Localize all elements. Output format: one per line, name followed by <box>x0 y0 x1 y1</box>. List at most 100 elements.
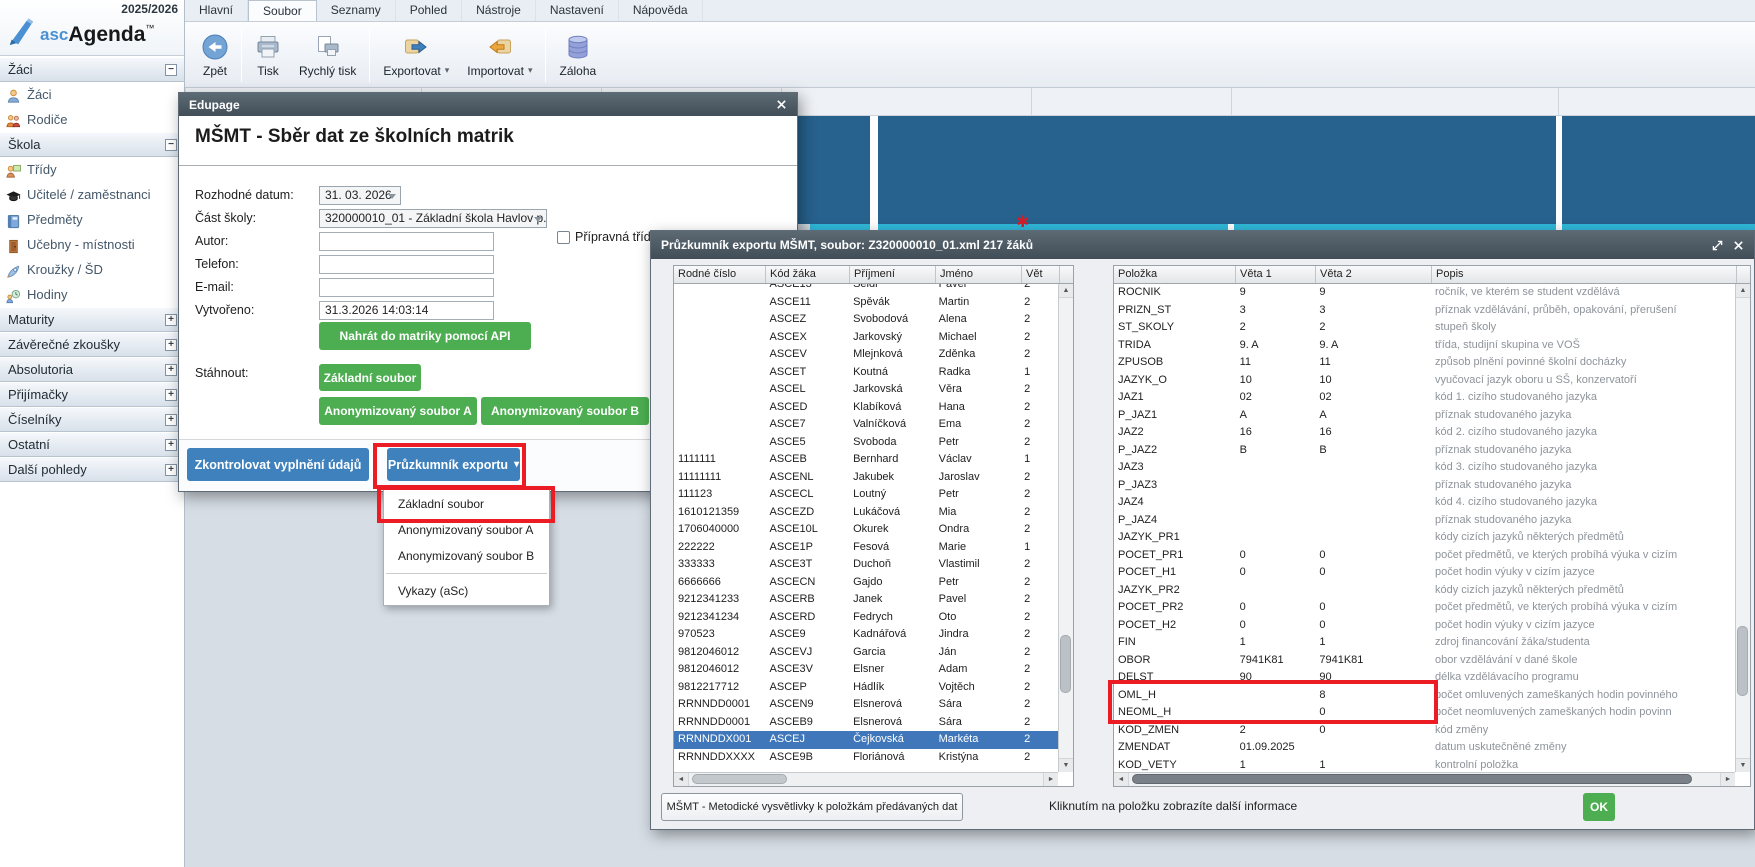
column-header[interactable]: Položka <box>1114 266 1236 283</box>
toolbar-button[interactable]: Zpět <box>193 25 237 85</box>
table-row[interactable]: JAZYK_PR2kódy cizích jazyků některých př… <box>1114 582 1735 600</box>
sidebar-section-header[interactable]: Absolutoria+ <box>0 357 184 382</box>
table-row[interactable]: 970523ASCE9KadnářováJindra2 <box>674 626 1058 644</box>
column-header[interactable]: Kód žáka <box>766 266 850 283</box>
scroll-down-icon[interactable]: ▼ <box>1059 758 1073 772</box>
input-field[interactable] <box>319 278 494 297</box>
table-row[interactable]: POCET_PR100počet předmětů, ve kterých pr… <box>1114 547 1735 565</box>
table-row[interactable]: 9812046012ASCE3VElsnerAdam2 <box>674 661 1058 679</box>
horizontal-scrollbar[interactable]: ◄► <box>1114 772 1735 786</box>
table-row[interactable]: P_JAZ2BBpříznak studovaného jazyka <box>1114 442 1735 460</box>
table-row[interactable]: ROCNIK99ročník, ve kterém se student vzd… <box>1114 284 1735 302</box>
table-row[interactable]: ASCEDKlabíkováHana2 <box>674 399 1058 417</box>
menu-tab[interactable]: Seznamy <box>317 0 396 21</box>
vertical-scrollbar[interactable]: ▲▼ <box>1735 284 1750 772</box>
upload-api-button[interactable]: Nahrát do matriky pomocí API <box>319 322 531 350</box>
table-row[interactable]: P_JAZ3příznak studovaného jazyka <box>1114 477 1735 495</box>
sidebar-item[interactable]: Žáci <box>0 82 184 107</box>
table-row[interactable]: ASCE7ValníčkováEma2 <box>674 416 1058 434</box>
collapse-icon[interactable]: − <box>165 139 177 151</box>
download-button[interactable]: Anonymizovaný soubor B <box>481 397 649 425</box>
scroll-left-icon[interactable]: ◄ <box>674 773 689 786</box>
check-data-button[interactable]: Zkontrolovat vyplnění údajů <box>187 448 369 481</box>
sidebar-item[interactable]: Předměty <box>0 207 184 232</box>
sidebar-section-header[interactable]: Číselníky+ <box>0 407 184 432</box>
horizontal-scrollbar[interactable]: ◄► <box>674 772 1058 786</box>
table-row[interactable]: RRNNDD0001ASCEB9ElsnerováSára2 <box>674 714 1058 732</box>
sidebar-section-header[interactable]: Závěrečné zkoušky+ <box>0 332 184 357</box>
sidebar-item[interactable]: Rodiče <box>0 107 184 132</box>
menu-tab[interactable]: Nápověda <box>619 0 703 21</box>
table-row[interactable]: 222222ASCE1PFesováMarie1 <box>674 539 1058 557</box>
input-field[interactable]: 31.3.2026 14:03:14 <box>319 301 494 320</box>
table-row[interactable]: 9212341233ASCERBJanekPavel2 <box>674 591 1058 609</box>
export-explorer-button[interactable]: Průzkumník exportu ▾ <box>387 448 520 481</box>
scroll-up-icon[interactable]: ▲ <box>1736 284 1750 298</box>
sidebar-item[interactable]: Třídy <box>0 157 184 182</box>
table-row[interactable]: 333333ASCE3TDuchoňVlastimil2 <box>674 556 1058 574</box>
table-row[interactable]: DELST9090délka vzdělávacího programu <box>1114 669 1735 687</box>
expand-icon[interactable]: + <box>165 389 177 401</box>
table-row[interactable]: P_JAZ4příznak studovaného jazyka <box>1114 512 1735 530</box>
expand-icon[interactable]: + <box>165 339 177 351</box>
expand-icon[interactable]: + <box>165 314 177 326</box>
table-row[interactable]: TRIDA9. A9. Atřída, studijní skupina ve … <box>1114 337 1735 355</box>
menu-item[interactable]: Základní soubor <box>384 491 549 517</box>
vertical-scrollbar[interactable]: ▲▼ <box>1058 284 1073 772</box>
sidebar-section-header[interactable]: Ostatní+ <box>0 432 184 457</box>
table-row[interactable]: FIN11zdroj financování žáka/studenta <box>1114 634 1735 652</box>
table-row[interactable]: ASCE5SvobodaPetr2 <box>674 434 1058 452</box>
menu-tab[interactable]: Soubor <box>248 0 317 21</box>
scroll-right-icon[interactable]: ► <box>1043 773 1058 786</box>
column-header[interactable]: Věta 2 <box>1316 266 1432 283</box>
toolbar-button[interactable]: Rychlý tisk <box>290 25 365 85</box>
menu-item[interactable]: Vykazy (aSc) <box>384 578 549 604</box>
table-row[interactable]: 11111111ASCENLJakubekJaroslav2 <box>674 469 1058 487</box>
table-row[interactable]: ZPUSOB1111způsob plnění povinné školní d… <box>1114 354 1735 372</box>
toolbar-button[interactable]: Exportovat▾ <box>374 25 458 85</box>
table-row[interactable]: NEOML_H0počet neomluvených zameškaných h… <box>1114 704 1735 722</box>
table-row[interactable]: ASCETKoutnáRadka1 <box>674 364 1058 382</box>
table-row[interactable]: POCET_H100počet hodin výuky v cizím jazy… <box>1114 564 1735 582</box>
scrollbar-thumb[interactable] <box>1132 774 1692 784</box>
sidebar-section-header[interactable]: Maturity+ <box>0 307 184 332</box>
table-row[interactable]: 9212341234ASCERDFedrychOto2 <box>674 609 1058 627</box>
table-row[interactable]: P_JAZ1AApříznak studovaného jazyka <box>1114 407 1735 425</box>
table-row[interactable]: 9812217712ASCEPHádlíkVojtěch2 <box>674 679 1058 697</box>
download-button[interactable]: Anonymizovaný soubor A <box>319 397 477 425</box>
table-row[interactable]: ZMENDAT01.09.2025datum uskutečněné změny <box>1114 739 1735 757</box>
table-row[interactable]: 1111111ASCEBBernhardVáclav1 <box>674 451 1058 469</box>
table-row[interactable]: 111123ASCECLLoutnýPetr2 <box>674 486 1058 504</box>
expand-icon[interactable]: + <box>165 414 177 426</box>
explorer-titlebar[interactable]: Průzkumník exportu MŠMT, soubor: Z320000… <box>651 231 1754 259</box>
input-field[interactable] <box>319 232 494 251</box>
msmt-help-button[interactable]: MŠMT - Metodické vysvětlivky k položkám … <box>661 793 963 821</box>
select-date[interactable]: 31. 03. 2026 <box>319 186 401 205</box>
scroll-down-icon[interactable]: ▼ <box>1736 758 1750 772</box>
menu-item[interactable]: Anonymizovaný soubor B <box>384 543 549 569</box>
table-row[interactable]: JAZ10202kód 1. cizího studovaného jazyka <box>1114 389 1735 407</box>
sidebar-section-header[interactable]: Žáci− <box>0 57 184 82</box>
table-row[interactable]: ASCELJarkovskáVěra2 <box>674 381 1058 399</box>
scrollbar-thumb[interactable] <box>1060 635 1071 693</box>
ok-button[interactable]: OK <box>1583 793 1615 821</box>
table-row[interactable]: OML_H8počet omluvených zameškaných hodin… <box>1114 687 1735 705</box>
menu-tab[interactable]: Nástroje <box>462 0 536 21</box>
scroll-left-icon[interactable]: ◄ <box>1114 773 1129 786</box>
close-icon[interactable] <box>1733 240 1744 251</box>
toolbar-button[interactable]: Tisk <box>246 25 290 85</box>
resize-icon[interactable] <box>1712 240 1723 251</box>
column-header[interactable]: Vět <box>1022 266 1060 283</box>
edupage-titlebar[interactable]: Edupage <box>179 93 797 116</box>
column-header[interactable]: Jméno <box>936 266 1022 283</box>
menu-item[interactable]: Anonymizovaný soubor A <box>384 517 549 543</box>
table-row[interactable]: JAZYK_PR1kódy cizích jazyků některých př… <box>1114 529 1735 547</box>
column-header[interactable]: Věta 1 <box>1236 266 1316 283</box>
table-row[interactable]: JAZYK_O1010vyučovací jazyk oboru u SŠ, k… <box>1114 372 1735 390</box>
table-row[interactable]: RRNNDDX001ASCEJČejkovskáMarkéta2 <box>674 731 1058 749</box>
table-row[interactable]: POCET_PR200počet předmětů, ve kterých pr… <box>1114 599 1735 617</box>
chevron-down-icon[interactable]: ▾ <box>528 65 533 76</box>
toolbar-button[interactable]: Importovat▾ <box>458 25 541 85</box>
column-header[interactable]: Příjmení <box>850 266 936 283</box>
sidebar-section-header[interactable]: Škola− <box>0 132 184 157</box>
